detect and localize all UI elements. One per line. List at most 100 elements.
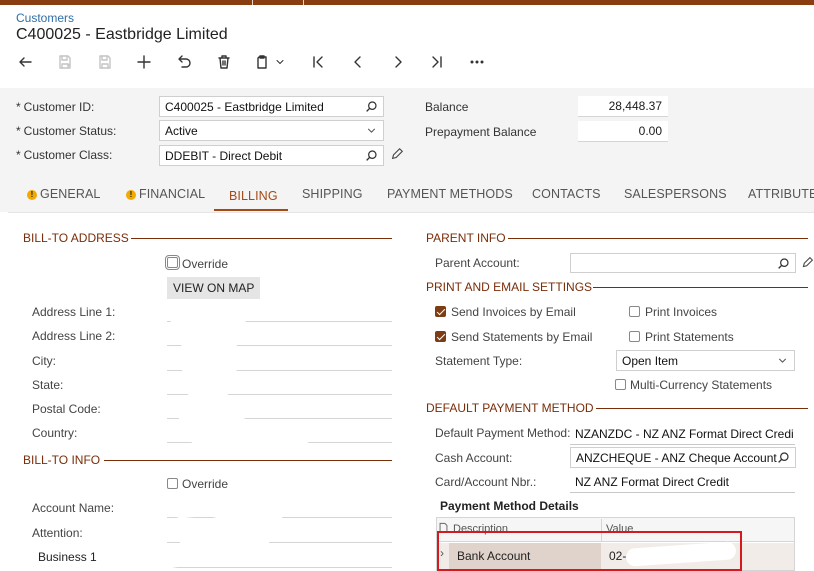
copy-paste-dropdown[interactable]: [273, 52, 287, 72]
default-payment-method-field[interactable]: NZANZDC - NZ ANZ Format Direct Credi: [570, 424, 795, 445]
copy-paste-button[interactable]: [250, 52, 274, 72]
statement-type-select[interactable]: Open Item: [616, 350, 795, 371]
section-line: [596, 408, 808, 409]
balance-value: 28,448.37: [578, 96, 668, 117]
previous-record-button[interactable]: [346, 52, 370, 72]
statement-type-label: Statement Type:: [435, 354, 523, 368]
print-invoices-checkbox[interactable]: [629, 306, 640, 317]
more-icon: [470, 60, 484, 64]
account-name-label: Account Name:: [32, 501, 115, 515]
delete-button[interactable]: [212, 52, 236, 72]
view-on-map-button[interactable]: VIEW ON MAP: [167, 277, 261, 299]
multi-currency-checkbox[interactable]: [615, 379, 626, 390]
business-1-label: Business 1: [38, 550, 97, 564]
info-override-label: Override: [182, 477, 229, 491]
section-line: [508, 238, 808, 239]
next-record-button[interactable]: [386, 52, 410, 72]
customer-class-label: Customer Class:: [23, 148, 113, 162]
default-payment-method-label: Default Payment Method:: [435, 426, 571, 440]
warning-icon: !: [27, 190, 37, 200]
back-button[interactable]: [13, 52, 37, 72]
address-line-1-label: Address Line 1:: [32, 305, 116, 319]
highlight-box: [437, 531, 742, 571]
delete-icon: [218, 55, 230, 69]
next-icon: [395, 56, 402, 68]
city-label: City:: [32, 354, 56, 368]
add-icon: [137, 55, 151, 69]
warning-icon: !: [126, 190, 136, 200]
send-statements-checkbox[interactable]: [435, 331, 446, 342]
customer-status-select[interactable]: Active: [159, 120, 384, 141]
address-line-2-label: Address Line 2:: [32, 329, 116, 343]
tab-attributes[interactable]: ATTRIBUTES: [748, 187, 814, 201]
search-icon[interactable]: [777, 257, 790, 270]
chevron-down-icon: [367, 128, 376, 133]
customer-status-label: Customer Status:: [23, 124, 117, 138]
first-record-button[interactable]: [306, 52, 330, 72]
customer-id-label: Customer ID:: [23, 100, 95, 114]
card-account-label: Card/Account Nbr.:: [435, 475, 537, 489]
save-button[interactable]: [53, 52, 77, 72]
section-line: [104, 460, 392, 461]
print-statements-checkbox[interactable]: [629, 331, 640, 342]
breadcrumb[interactable]: Customers: [16, 11, 74, 25]
tab-payment-methods[interactable]: PAYMENT METHODS: [387, 187, 513, 201]
undo-button[interactable]: [172, 52, 196, 72]
send-statements-label: Send Statements by Email: [451, 330, 593, 344]
send-invoices-checkbox[interactable]: [435, 306, 446, 317]
save-disabled-icon: [59, 55, 71, 69]
save-close-button[interactable]: [93, 52, 117, 72]
state-label: State:: [32, 378, 64, 392]
info-override-checkbox[interactable]: [167, 478, 178, 489]
undo-icon: [178, 55, 191, 68]
balance-label: Balance: [425, 100, 469, 114]
first-icon: [313, 56, 323, 68]
postal-code-label: Postal Code:: [32, 402, 101, 416]
search-icon[interactable]: [777, 451, 790, 464]
redaction-mark: [180, 332, 240, 382]
back-icon: [19, 57, 32, 67]
send-invoices-label: Send Invoices by Email: [451, 305, 576, 319]
tab-general[interactable]: ! GENERAL: [27, 187, 100, 201]
last-record-button[interactable]: [425, 52, 449, 72]
redaction-mark: [190, 428, 310, 446]
payment-method-details-title: Payment Method Details: [440, 499, 579, 513]
tab-salespersons[interactable]: SALESPERSONS: [624, 187, 727, 201]
parent-account-field[interactable]: [570, 253, 796, 273]
cash-account-field[interactable]: ANZCHEQUE - ANZ Cheque Account: [570, 447, 796, 468]
search-icon[interactable]: [365, 149, 378, 162]
prev-icon: [354, 56, 361, 68]
cash-account-label: Cash Account:: [435, 451, 513, 465]
business-1-input[interactable]: [167, 567, 392, 568]
tab-shipping[interactable]: SHIPPING: [302, 187, 363, 201]
save-close-disabled-icon: [99, 55, 111, 69]
more-button[interactable]: [465, 52, 489, 72]
parent-account-label: Parent Account:: [435, 256, 520, 270]
bill-to-info-heading: BILL-TO INFO: [23, 453, 101, 467]
customer-class-field[interactable]: DDEBIT - Direct Debit: [159, 145, 384, 166]
top-bar: [0, 0, 814, 5]
customer-id-field[interactable]: C400025 - Eastbridge Limited: [159, 96, 384, 117]
print-email-heading: PRINT AND EMAIL SETTINGS: [426, 280, 593, 294]
header-panel: [0, 88, 814, 176]
add-button[interactable]: [132, 52, 156, 72]
tab-contacts[interactable]: CONTACTS: [532, 187, 601, 201]
card-account-field[interactable]: NZ ANZ Format Direct Credit: [570, 472, 795, 493]
top-bar-divider: [252, 0, 253, 5]
edit-icon[interactable]: [390, 147, 404, 161]
copy-paste-icon: [257, 55, 267, 69]
top-bar-divider: [303, 0, 304, 5]
bill-to-address-heading: BILL-TO ADDRESS: [23, 231, 129, 245]
attention-label: Attention:: [32, 526, 83, 540]
address-override-label: Override: [182, 257, 229, 271]
section-line: [131, 238, 392, 239]
prepayment-balance-value: 0.00: [578, 121, 668, 142]
address-override-checkbox[interactable]: [165, 255, 180, 270]
print-invoices-label: Print Invoices: [645, 305, 718, 319]
chevron-down-icon: [276, 59, 284, 65]
tab-billing[interactable]: BILLING: [229, 189, 278, 203]
tab-financial[interactable]: ! FINANCIAL: [126, 187, 205, 201]
edit-icon[interactable]: [801, 256, 814, 269]
section-line: [593, 287, 808, 288]
search-icon[interactable]: [365, 100, 378, 113]
